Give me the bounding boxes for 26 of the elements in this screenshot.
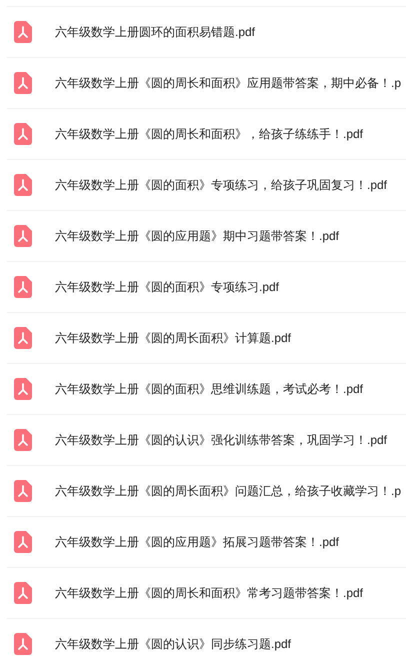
- file-name[interactable]: 六年级数学上册《圆的面积》专项练习，给孩子巩固复习！.pdf: [55, 176, 388, 194]
- pdf-file-icon: [14, 633, 32, 655]
- file-name[interactable]: 六年级数学上册《圆的周长和面积》常考习题带答案！.pdf: [55, 584, 364, 602]
- file-name[interactable]: 六年级数学上册《圆的周长和面积》应用题带答案，期中必备！.p: [55, 74, 402, 92]
- pdf-file-icon: [14, 123, 32, 145]
- file-name[interactable]: 六年级数学上册《圆的周长面积》问题汇总，给孩子收藏学习！.p: [55, 482, 402, 500]
- pdf-file-icon: [14, 21, 32, 43]
- pdf-file-icon: [14, 378, 32, 400]
- pdf-file-icon: [14, 327, 32, 349]
- pdf-file-icon: [14, 429, 32, 451]
- pdf-file-icon: [14, 225, 32, 247]
- pdf-file-icon: [14, 582, 32, 604]
- file-name[interactable]: 六年级数学上册圆环的面积易错题.pdf: [55, 23, 256, 41]
- pdf-file-icon: [14, 480, 32, 502]
- file-name[interactable]: 六年级数学上册《圆的周长和面积》，给孩子练练手！.pdf: [55, 125, 364, 143]
- file-name[interactable]: 六年级数学上册《圆的面积》专项练习.pdf: [55, 278, 280, 296]
- file-name[interactable]: 六年级数学上册《圆的认识》同步练习题.pdf: [55, 635, 292, 653]
- pdf-file-icon: [14, 72, 32, 94]
- pdf-file-icon: [14, 531, 32, 553]
- file-name[interactable]: 六年级数学上册《圆的面积》思维训练题，考试必考！.pdf: [55, 380, 364, 398]
- file-name[interactable]: 六年级数学上册《圆的周长面积》计算题.pdf: [55, 329, 292, 347]
- file-name[interactable]: 六年级数学上册《圆的认识》强化训练带答案，巩固学习！.pdf: [55, 431, 388, 449]
- pdf-file-icon: [14, 174, 32, 196]
- pdf-file-icon: [14, 276, 32, 298]
- file-name[interactable]: 六年级数学上册《圆的应用题》拓展习题带答案！.pdf: [55, 533, 340, 551]
- file-name[interactable]: 六年级数学上册《圆的应用题》期中习题带答案！.pdf: [55, 227, 340, 245]
